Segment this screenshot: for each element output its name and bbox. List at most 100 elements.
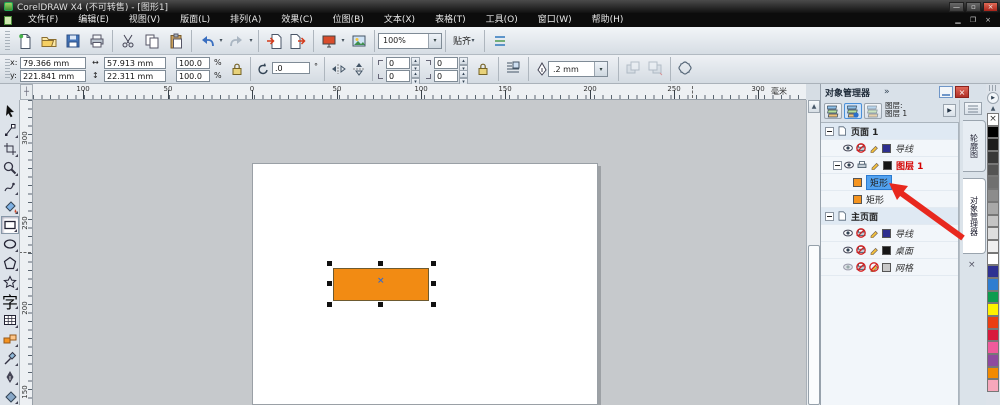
options-button[interactable] — [488, 29, 512, 52]
doc-minimize-button[interactable]: ▁ — [952, 16, 964, 24]
print-disabled-icon[interactable] — [856, 143, 866, 153]
corner-radius-tl-field[interactable] — [386, 57, 410, 69]
print-disabled-icon[interactable] — [856, 228, 866, 238]
print-disabled-icon[interactable] — [856, 262, 866, 272]
menu-layout[interactable]: 版面(L) — [170, 13, 220, 27]
undo-dropdown-icon[interactable]: ▾ — [217, 37, 225, 44]
toolbar-grip[interactable] — [5, 30, 10, 51]
docker-collapse-icon[interactable]: » — [884, 87, 890, 97]
collapse-icon[interactable] — [825, 211, 834, 221]
layer-color-swatch[interactable] — [882, 228, 891, 238]
selection-center-marker[interactable]: × — [377, 277, 385, 286]
visibility-eye-icon[interactable] — [843, 245, 853, 255]
selection-handle-w[interactable] — [327, 281, 332, 286]
outline-width-dropdown-icon[interactable]: ▾ — [594, 62, 607, 76]
object-color-swatch[interactable] — [853, 177, 862, 187]
tree-row-desktop[interactable]: 桌面 — [821, 242, 958, 259]
palette-color[interactable] — [987, 239, 999, 253]
palette-color[interactable] — [987, 303, 999, 316]
palette-color[interactable] — [987, 252, 999, 266]
palette-color[interactable] — [987, 379, 999, 393]
selection-handle-ne[interactable] — [431, 261, 436, 266]
layer-color-swatch[interactable] — [883, 160, 892, 170]
corner-radius-bl-field[interactable] — [386, 70, 410, 82]
palette-grip[interactable] — [989, 85, 997, 91]
selection-handle-nw[interactable] — [327, 261, 332, 266]
menu-file[interactable]: 文件(F) — [18, 13, 68, 27]
palette-color[interactable] — [987, 341, 999, 355]
tree-row-master-page[interactable]: 主页面 — [821, 208, 958, 225]
palette-color[interactable] — [987, 214, 999, 228]
edit-across-layers-button[interactable] — [844, 103, 862, 119]
menu-help[interactable]: 帮助(H) — [582, 13, 634, 27]
palette-color[interactable] — [987, 151, 999, 164]
corner-radius-tr-field[interactable] — [434, 57, 458, 69]
palette-flyout-button[interactable]: ▶ — [987, 92, 999, 104]
scroll-up-button[interactable]: ▲ — [808, 100, 820, 113]
palette-color[interactable] — [987, 366, 999, 380]
redo-dropdown-icon[interactable]: ▾ — [247, 37, 255, 44]
tree-row-page1[interactable]: 页面 1 — [821, 123, 958, 140]
undo-button[interactable] — [195, 29, 219, 52]
minimize-button[interactable]: — — [949, 1, 964, 12]
menu-text[interactable]: 文本(X) — [374, 13, 425, 27]
object-width-field[interactable] — [104, 57, 166, 69]
freehand-tool[interactable] — [1, 178, 19, 196]
y-position-field[interactable] — [20, 70, 86, 82]
print-enabled-icon[interactable] — [857, 160, 867, 170]
smart-fill-tool[interactable] — [1, 197, 19, 215]
eyedropper-tool[interactable] — [1, 349, 19, 367]
print-button[interactable] — [85, 29, 109, 52]
lock-ratio-button[interactable] — [228, 61, 246, 77]
mirror-vertical-button[interactable] — [350, 61, 368, 77]
palette-color[interactable] — [987, 201, 999, 215]
snap-dropdown-icon[interactable]: ▾ — [469, 37, 477, 44]
tree-row-rectangle[interactable]: 矩形 — [821, 191, 958, 208]
palette-color[interactable] — [987, 125, 999, 139]
palette-color[interactable] — [987, 138, 999, 152]
edit-pencil-icon[interactable] — [869, 228, 879, 238]
corner-br-spinner[interactable]: ▴ ▾ — [459, 70, 468, 86]
ellipse-tool[interactable] — [1, 235, 19, 253]
tab-object-manager-docker[interactable]: 对象管理器 — [963, 178, 986, 254]
crop-tool[interactable] — [1, 140, 19, 158]
show-object-properties-button[interactable] — [824, 103, 842, 119]
paste-icon[interactable] — [164, 29, 188, 52]
palette-color[interactable] — [987, 290, 999, 304]
menu-bitmaps[interactable]: 位图(B) — [323, 13, 374, 27]
redo-button[interactable] — [225, 29, 249, 52]
tree-row-master-guides[interactable]: 导线 — [821, 225, 958, 242]
docker-close-button[interactable]: × — [955, 86, 969, 98]
docker-flyout-button[interactable]: ▶ — [943, 104, 956, 117]
table-tool[interactable] — [1, 311, 19, 329]
selection-handle-se[interactable] — [431, 302, 436, 307]
print-disabled-icon[interactable] — [856, 245, 866, 255]
palette-color[interactable] — [987, 354, 999, 367]
no-fill-swatch[interactable]: × — [987, 113, 999, 126]
edit-pencil-icon[interactable] — [869, 143, 879, 153]
tree-row-guides[interactable]: 导线 — [821, 140, 958, 157]
shape-tool[interactable] — [1, 121, 19, 139]
edit-pencil-icon[interactable] — [870, 160, 880, 170]
menu-view[interactable]: 视图(V) — [119, 13, 170, 27]
selection-handle-sw[interactable] — [327, 302, 332, 307]
selection-handle-n[interactable] — [378, 261, 383, 266]
outline-pen-tool[interactable] — [1, 368, 19, 386]
palette-color[interactable] — [987, 189, 999, 202]
scale-v-field[interactable] — [176, 70, 210, 82]
tab-contour-docker[interactable]: 轮廓图 — [963, 120, 986, 172]
scale-h-field[interactable] — [176, 57, 210, 69]
vertical-ruler[interactable]: 300 250 200 150 — [19, 100, 33, 405]
snap-to-button[interactable]: 贴齐 ▾ — [449, 31, 481, 51]
object-height-field[interactable] — [104, 70, 166, 82]
doc-close-button[interactable]: × — [982, 16, 994, 24]
new-document-button[interactable] — [13, 29, 37, 52]
corner-tr-spinner[interactable]: ▴ ▾ — [459, 57, 468, 73]
selection-handle-s[interactable] — [378, 302, 383, 307]
ruler-origin[interactable]: ┼ — [20, 84, 33, 100]
docker-grip-button[interactable] — [964, 102, 982, 115]
welcome-screen-button[interactable] — [347, 29, 371, 52]
open-button[interactable] — [37, 29, 61, 52]
scrollbar-thumb[interactable] — [808, 245, 820, 405]
save-button[interactable] — [61, 29, 85, 52]
